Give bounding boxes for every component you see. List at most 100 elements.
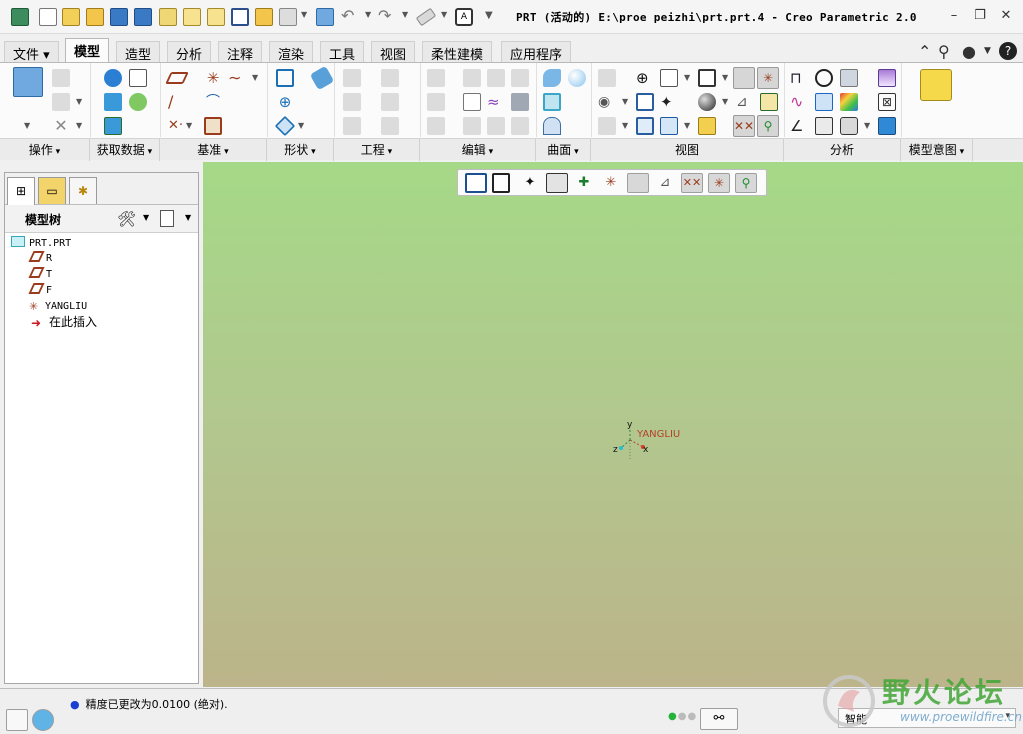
group-model-intent[interactable]: 模型意图 [901, 139, 973, 161]
tab-annotate[interactable]: 注释 [218, 41, 263, 63]
tree-item-coordinate-system[interactable]: ✳ YANGLIU [29, 299, 87, 314]
datum-plane-icon[interactable] [165, 72, 189, 84]
tree-item-datum-plane[interactable]: T [28, 267, 52, 282]
chevron-down-icon[interactable]: ▼ [864, 121, 870, 130]
tab-view[interactable]: 视图 [371, 41, 416, 63]
named-views-icon[interactable] [636, 117, 654, 135]
fill-icon[interactable] [543, 93, 561, 111]
minimize-button[interactable]: – [946, 8, 962, 24]
copy-icon[interactable] [159, 8, 177, 26]
group-engineering[interactable]: 工程 [334, 139, 420, 161]
wrap-icon[interactable]: ≈ [487, 93, 505, 111]
collapse-ribbon-icon[interactable]: ⌃ [918, 42, 931, 61]
refit-icon[interactable] [465, 173, 487, 193]
tab-style[interactable]: 造型 [116, 41, 161, 63]
folder-icon[interactable] [255, 8, 273, 26]
group-datum[interactable]: 基准 [160, 139, 267, 161]
refit-icon[interactable] [636, 93, 654, 111]
manage-views-icon[interactable] [698, 117, 716, 135]
chevron-down-icon[interactable]: ▼ [984, 46, 991, 56]
tab-model-tree[interactable]: ⊞ [7, 177, 35, 206]
component-interface-icon[interactable] [920, 69, 952, 101]
annotation-display-icon[interactable] [760, 93, 778, 111]
group-shapes[interactable]: 形状 [267, 139, 334, 161]
show-browser-icon[interactable] [32, 709, 54, 731]
section-analysis-icon[interactable] [815, 93, 833, 111]
chevron-down-icon[interactable]: ▼ [301, 10, 307, 19]
edit-icon[interactable] [183, 8, 201, 26]
optimization-icon[interactable]: ⊠ [878, 93, 896, 111]
plane-display-icon[interactable] [733, 67, 755, 89]
project-icon[interactable] [463, 93, 481, 111]
group-surfaces[interactable]: 曲面 [536, 139, 591, 161]
show-navigator-icon[interactable] [6, 709, 28, 731]
tab-model[interactable]: 模型 [65, 38, 110, 62]
coordinate-system-icon[interactable]: ✳ [204, 69, 222, 87]
app-icon[interactable] [11, 8, 29, 26]
graphics-window[interactable]: ✦ ✚ ✳ ⊿ ✕✕ ✳ ⚲ y z x YANGLIU [203, 162, 1023, 687]
csys-display-icon[interactable]: ✕✕ [733, 115, 755, 137]
geometry-report-icon[interactable] [815, 117, 833, 135]
sketch-icon[interactable] [204, 117, 222, 135]
chevron-down-icon[interactable]: ▼ [722, 97, 728, 106]
repaint-icon[interactable]: ✦ [519, 173, 541, 193]
chevron-down-icon[interactable]: ▼ [186, 121, 192, 130]
plane-display-icon[interactable] [627, 173, 649, 193]
chevron-down-icon[interactable]: ▼ [76, 97, 82, 106]
close-button[interactable]: ✕ [998, 8, 1014, 24]
search-icon[interactable]: ⚲ [938, 42, 950, 61]
tree-item-datum-plane[interactable]: R [28, 251, 52, 266]
zoom-icon[interactable] [492, 173, 510, 193]
tab-file[interactable]: 文件 ▾ [4, 41, 59, 63]
freestyle-icon[interactable] [568, 69, 586, 87]
revolve-icon[interactable]: ⊕ [276, 93, 294, 111]
chevron-down-icon[interactable]: ▼ [252, 73, 258, 82]
sensitivity-icon[interactable] [840, 117, 858, 135]
new-folder-icon[interactable] [62, 8, 80, 26]
tree-item-datum-plane[interactable]: F [28, 283, 52, 298]
datum-axis-icon[interactable]: / [168, 93, 186, 111]
spin-center-icon[interactable]: ⚲ [757, 115, 779, 137]
point-display-icon[interactable]: ⊿ [736, 93, 754, 111]
chevron-down-icon[interactable]: ▼ [622, 97, 628, 106]
save-all-icon[interactable] [134, 8, 152, 26]
saved-views-icon[interactable] [546, 173, 568, 193]
tree-item-part[interactable]: PRT.PRT [11, 236, 71, 251]
display-style-icon[interactable] [698, 69, 716, 87]
regenerate-icon[interactable] [316, 8, 334, 26]
undo-icon[interactable]: ↶ [341, 8, 359, 26]
mass-properties-icon[interactable] [840, 69, 858, 87]
chevron-down-icon[interactable]: ▼ [684, 121, 690, 130]
chevron-down-icon[interactable]: ▼ [402, 10, 408, 19]
curvature-icon[interactable]: ∿ [790, 93, 808, 111]
community-icon[interactable]: ● [962, 42, 976, 61]
chevron-down-icon[interactable]: ▼ [365, 10, 371, 19]
group-editing[interactable]: 编辑 [420, 139, 536, 161]
feasibility-icon[interactable] [878, 69, 896, 87]
shading-icon[interactable] [698, 93, 716, 111]
saved-orientations-icon[interactable] [660, 69, 678, 87]
measure-icon[interactable] [415, 7, 437, 27]
window-icon[interactable] [279, 8, 297, 26]
curve-icon[interactable]: ∼ [228, 69, 246, 87]
user-defined-feature-icon[interactable] [104, 69, 122, 87]
csys-display-icon[interactable]: ✕✕ [681, 173, 703, 193]
annotation-display-icon[interactable]: ✳ [708, 173, 730, 193]
draft-analysis-icon[interactable] [840, 93, 858, 111]
script-icon[interactable] [207, 8, 225, 26]
tab-analysis[interactable]: 分析 [167, 41, 212, 63]
delete-icon[interactable]: ✕ [52, 117, 70, 135]
save-icon[interactable] [110, 8, 128, 26]
repaint-icon[interactable]: ✦ [660, 93, 678, 111]
chevron-down-icon[interactable]: ▼ [185, 213, 191, 222]
settings-icon[interactable]: 🛠︎ [117, 210, 136, 228]
chevron-down-icon[interactable]: ▼ [143, 213, 149, 222]
zoom-in-icon[interactable]: ⊕ [636, 69, 654, 87]
chevron-down-icon[interactable]: ▼ [684, 73, 690, 82]
customize-toolbar-icon[interactable]: ▼ [485, 10, 493, 21]
tab-folder-browser[interactable]: ▭ [38, 177, 66, 204]
spin-center-icon[interactable]: ⚲ [735, 173, 757, 193]
show-icon[interactable] [160, 210, 174, 227]
style-icon[interactable] [543, 117, 561, 135]
merge-icon[interactable] [129, 93, 147, 111]
